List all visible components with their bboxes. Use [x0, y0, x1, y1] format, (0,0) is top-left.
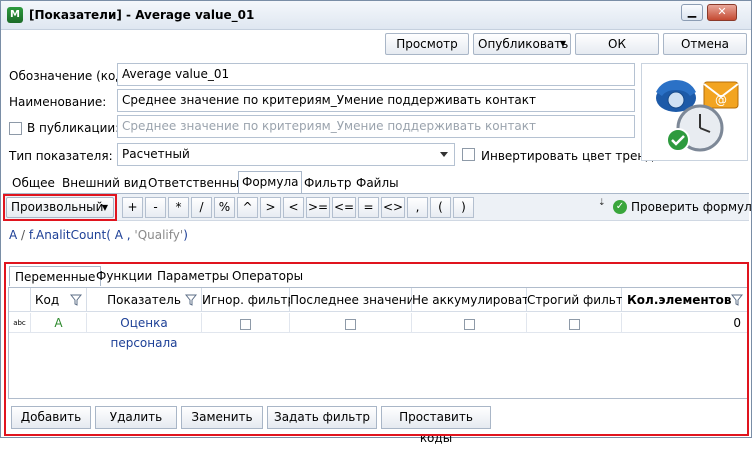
minimize-button[interactable]: ▁ [681, 4, 703, 21]
phone-mail-clock-icon: @ [656, 80, 739, 152]
formula-editor[interactable]: A / f.AnalitCount( A , 'Qualify') [9, 228, 188, 242]
publish-label: Опубликовать [478, 37, 569, 51]
chevron-down-icon [440, 152, 448, 157]
tab-files[interactable]: Файлы [353, 173, 402, 193]
close-button[interactable]: ✕ [707, 4, 737, 21]
tab-filter[interactable]: Фильтр [301, 173, 354, 193]
op-multiply-button[interactable]: * [168, 197, 189, 218]
publication-label: В публикации: [27, 121, 120, 135]
op-plus-button[interactable]: + [122, 197, 143, 218]
op-greater-equal-button[interactable]: >= [306, 197, 330, 218]
formula-string: 'Qualify' [134, 228, 184, 242]
formula-close: ) [183, 228, 188, 242]
name-input[interactable]: Среднее значение по критериям_Умение под… [117, 89, 635, 112]
formula-func: f.AnalitCount( [28, 228, 111, 242]
title-bar: M [Показатели] - Average value_01 ▁ ✕ [1, 1, 751, 30]
op-comma-button[interactable]: , [407, 197, 428, 218]
publication-checkbox[interactable] [9, 122, 22, 135]
tab-responsible[interactable]: Ответственные [145, 173, 249, 193]
op-greater-button[interactable]: > [260, 197, 281, 218]
highlight-mode-box [3, 194, 117, 221]
app-icon: M [7, 7, 23, 23]
dialog-window: M [Показатели] - Average value_01 ▁ ✕ Пр… [0, 0, 752, 445]
invert-trend-checkbox[interactable] [462, 148, 475, 161]
tab-formula[interactable]: Формула [238, 171, 303, 194]
op-percent-button[interactable]: % [214, 197, 235, 218]
cancel-button[interactable]: Отмена [663, 33, 747, 55]
op-less-button[interactable]: < [283, 197, 304, 218]
op-divide-button[interactable]: / [191, 197, 212, 218]
op-open-paren-button[interactable]: ( [430, 197, 451, 218]
preview-button[interactable]: Просмотр [385, 33, 469, 55]
op-less-equal-button[interactable]: <= [332, 197, 356, 218]
check-formula-label: Проверить формулу [631, 200, 752, 214]
type-value: Расчетный [122, 147, 190, 161]
type-select[interactable]: Расчетный [117, 143, 455, 166]
op-equal-button[interactable]: = [358, 197, 379, 218]
formula-op: / [17, 228, 29, 242]
name-label: Наименование: [9, 95, 107, 109]
type-label: Тип показателя: [9, 149, 113, 163]
op-close-paren-button[interactable]: ) [453, 197, 474, 218]
op-minus-button[interactable]: - [145, 197, 166, 218]
svg-text:@: @ [715, 93, 727, 107]
op-not-equal-button[interactable]: <> [381, 197, 405, 218]
check-formula-button[interactable]: ✓ Проверить формулу [611, 197, 752, 218]
tab-general[interactable]: Общее [9, 173, 58, 193]
formula-arg: A , [110, 228, 135, 242]
highlight-panel-box [4, 262, 749, 436]
window-title: [Показатели] - Average value_01 [29, 8, 255, 22]
tab-appearance[interactable]: Внешний вид [59, 173, 150, 193]
toolbar-overflow-icon[interactable]: ⇣ [598, 199, 606, 208]
op-power-button[interactable]: ^ [237, 197, 258, 218]
code-input[interactable]: Average value_01 [117, 63, 635, 86]
publication-input[interactable]: Среднее значение по критериям_Умение под… [117, 115, 635, 138]
publish-button[interactable]: Опубликовать ▼ [473, 33, 571, 55]
indicator-picture[interactable]: @ [641, 63, 748, 161]
ok-button[interactable]: ОК [575, 33, 659, 55]
code-label: Обозначение (код): [9, 69, 133, 83]
chevron-down-icon: ▼ [559, 39, 566, 48]
formula-var-a: A [9, 228, 18, 242]
invert-trend-label: Инвертировать цвет тренда [481, 149, 661, 163]
check-icon: ✓ [613, 200, 627, 214]
